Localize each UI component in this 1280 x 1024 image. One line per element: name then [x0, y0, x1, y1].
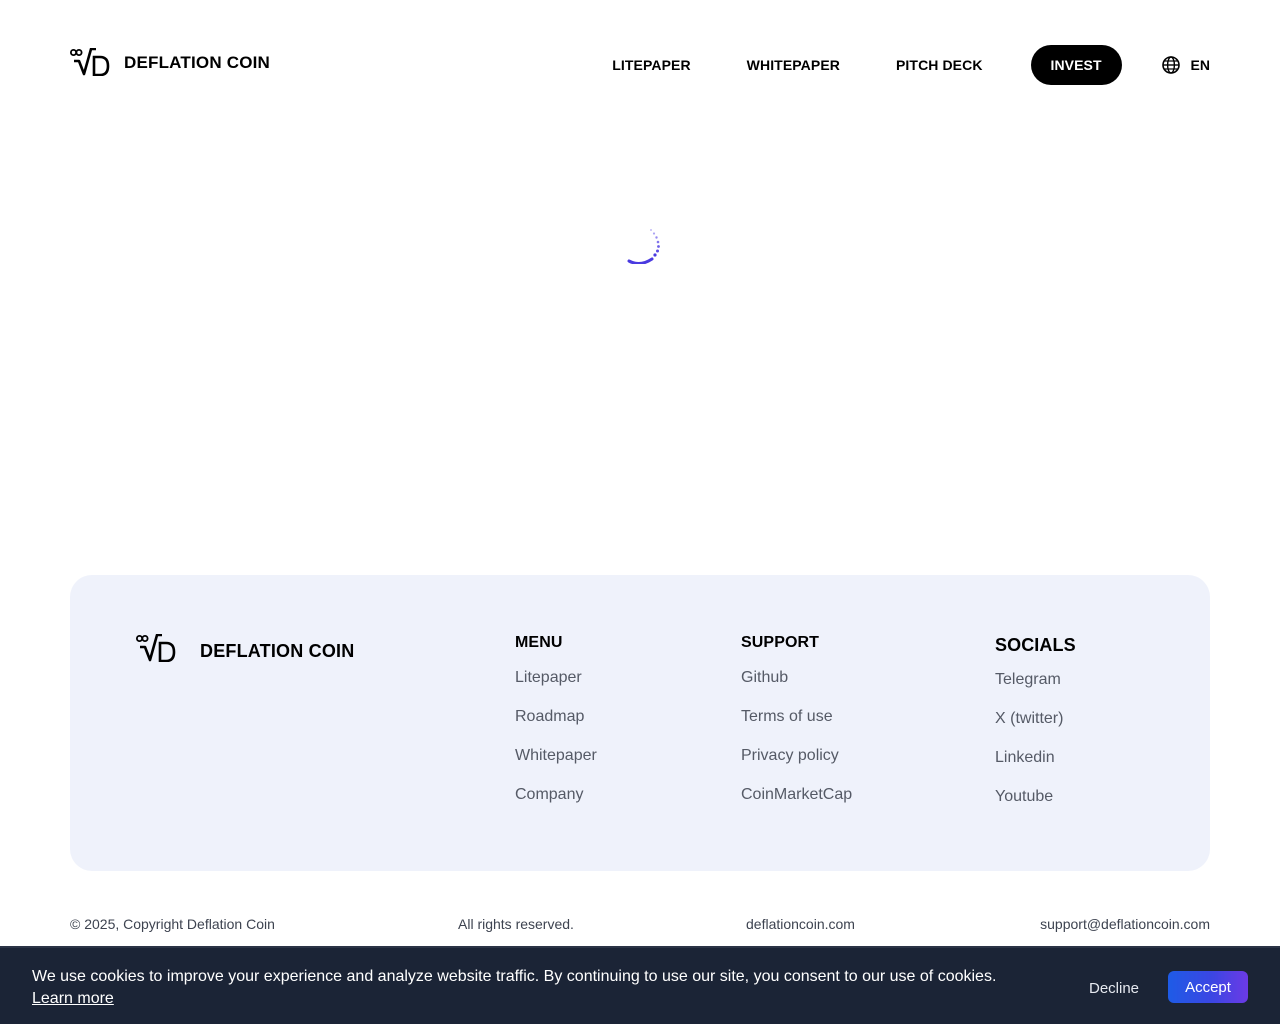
language-code: EN [1190, 57, 1210, 73]
main-nav: LITEPAPER WHITEPAPER PITCH DECK INVEST E… [612, 44, 1210, 86]
nav-pitch-deck[interactable]: PITCH DECK [896, 58, 983, 72]
footer-link-youtube[interactable]: Youtube [995, 787, 1076, 806]
support-email-link[interactable]: support@deflationcoin.com [1040, 916, 1210, 932]
footer-link-company[interactable]: Company [515, 785, 597, 804]
footer-bottom-bar: © 2025, Copyright Deflation Coin All rig… [70, 916, 1210, 936]
nav-litepaper[interactable]: LITEPAPER [612, 58, 690, 72]
footer-socials-title: SOCIALS [995, 635, 1076, 655]
logo-mark-icon [136, 634, 176, 662]
domain-link[interactable]: deflationcoin.com [746, 916, 855, 932]
cookie-accept-button[interactable]: Accept [1168, 971, 1248, 1003]
nav-whitepaper[interactable]: WHITEPAPER [747, 58, 840, 72]
footer-brand-logo[interactable]: DEFLATION COIN [135, 634, 354, 662]
footer-support-title: SUPPORT [741, 634, 820, 651]
rights-text: All rights reserved. [458, 916, 574, 932]
footer-link-terms[interactable]: Terms of use [741, 707, 852, 726]
language-selector[interactable]: EN [1161, 56, 1210, 74]
footer-link-litepaper[interactable]: Litepaper [515, 668, 597, 687]
footer-link-roadmap[interactable]: Roadmap [515, 707, 597, 726]
logo-mark-icon [70, 48, 110, 76]
footer-link-telegram[interactable]: Telegram [995, 670, 1076, 689]
footer-support-column: SUPPORT Github Terms of use Privacy poli… [741, 634, 852, 824]
footer-link-linkedin[interactable]: Linkedin [995, 748, 1076, 767]
cookie-banner: We use cookies to improve your experienc… [0, 946, 1280, 1024]
cookie-message-block: We use cookies to improve your experienc… [32, 966, 1072, 1010]
footer-link-coinmarketcap[interactable]: CoinMarketCap [741, 785, 852, 804]
loading-spinner-icon [627, 229, 660, 264]
brand-logo[interactable]: DEFLATION COIN [70, 48, 270, 76]
globe-icon [1161, 56, 1180, 74]
footer-brand-name: DEFLATION COIN [200, 641, 355, 661]
footer-link-privacy[interactable]: Privacy policy [741, 746, 852, 765]
footer-link-whitepaper[interactable]: Whitepaper [515, 746, 597, 765]
footer-menu-column: MENU Litepaper Roadmap Whitepaper Compan… [515, 634, 597, 824]
site-header: DEFLATION COIN LITEPAPER WHITEPAPER PITC… [70, 44, 1210, 86]
footer-menu-title: MENU [515, 634, 563, 651]
copyright-text: © 2025, Copyright Deflation Coin [70, 916, 275, 932]
footer-link-twitter[interactable]: X (twitter) [995, 709, 1076, 728]
footer-link-github[interactable]: Github [741, 668, 852, 687]
invest-button[interactable]: INVEST [1030, 45, 1122, 85]
footer-card: DEFLATION COIN MENU Litepaper Roadmap Wh… [70, 575, 1210, 871]
cookie-message: We use cookies to improve your experienc… [32, 968, 997, 985]
cookie-decline-button[interactable]: Decline [1078, 974, 1150, 1002]
footer-socials-column: SOCIALS Telegram X (twitter) Linkedin Yo… [995, 634, 1076, 826]
cookie-learn-more-link[interactable]: Learn more [32, 990, 114, 1007]
brand-name: DEFLATION COIN [124, 52, 271, 72]
